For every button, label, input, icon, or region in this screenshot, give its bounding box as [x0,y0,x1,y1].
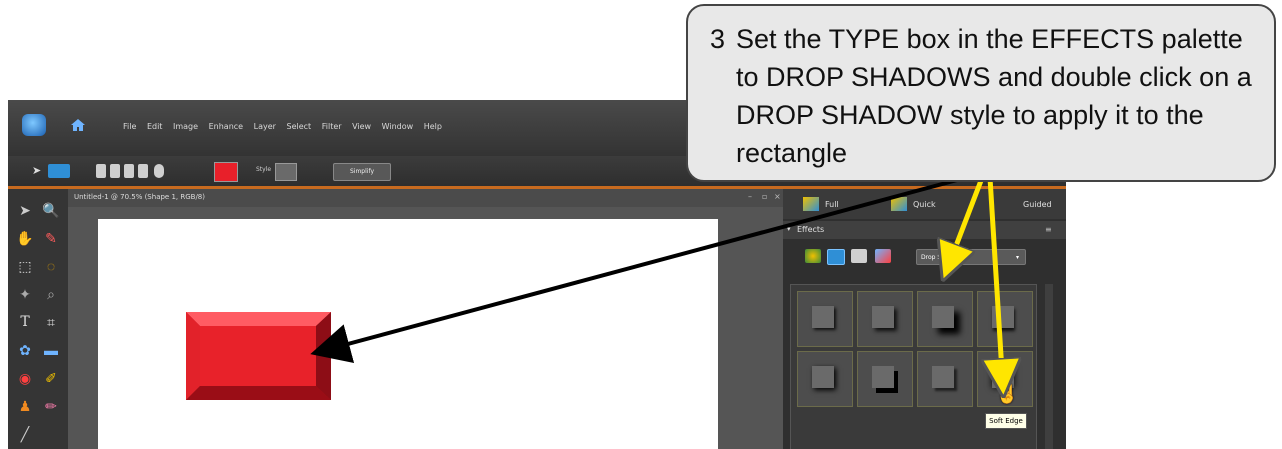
menu-enhance[interactable]: Enhance [209,122,244,131]
rectangle-shape-icon[interactable] [48,164,70,178]
red-rectangle-shape[interactable] [186,312,331,400]
tab-quick[interactable]: Quick [913,200,936,209]
drop-shadow-style-thumb[interactable] [917,291,973,347]
style-picker[interactable] [275,163,297,181]
menu-file[interactable]: File [123,122,136,131]
marquee-tool-icon[interactable]: ⬚ [14,255,36,277]
layer-styles-type-icon[interactable] [827,249,845,265]
shape-option-4-icon[interactable] [138,164,148,178]
instruction-text: Set the TYPE box in the EFFECTS palette … [736,24,1252,168]
panel-menu-icon[interactable]: ≡ [1045,225,1052,234]
panel-scrollbar[interactable] [1045,284,1053,449]
photo-effects-type-icon[interactable] [851,249,867,263]
all-effects-type-icon[interactable] [875,249,891,263]
drop-shadow-style-thumb[interactable] [917,351,973,407]
maximize-icon[interactable]: ▫ [762,192,767,201]
clone-stamp-tool-icon[interactable]: ♟ [14,395,36,417]
effects-panel: Full Quick Guided ▾ Effects ≡ Drop Shado… [783,189,1066,449]
shape-color-swatch[interactable] [214,162,238,182]
healing-brush-tool-icon[interactable]: ✐ [40,367,62,389]
mode-tabs: Full Quick Guided [783,189,1066,219]
document-title: Untitled-1 @ 70.5% (Shape 1, RGB/8) [74,193,205,201]
drop-shadow-style-thumb[interactable] [797,351,853,407]
hand-cursor-icon: ☝ [996,384,1019,404]
tools-panel: ➤ 🔍 ✋ ✎ ⬚ ◌ ✦ ⌕ T ⌗ ✿ ▬ ◉ ✐ ♟ ✏ ╱ [8,189,68,449]
lasso-tool-icon[interactable]: ◌ [40,255,62,277]
cookie-cutter-tool-icon[interactable]: ✿ [14,339,36,361]
filters-type-icon[interactable] [805,249,821,263]
tooltip: Soft Edge [985,413,1027,429]
document-canvas[interactable] [98,219,718,449]
menu-edit[interactable]: Edit [147,122,163,131]
shape-option-5-icon[interactable] [154,164,164,178]
full-edit-icon[interactable] [803,197,819,211]
tab-full[interactable]: Full [825,200,839,209]
home-icon[interactable] [70,118,86,132]
menu-help[interactable]: Help [424,122,442,131]
hand-tool-icon[interactable]: ✋ [14,227,36,249]
drop-shadow-style-thumb[interactable] [977,291,1033,347]
crop-tool-icon[interactable]: ⌗ [40,311,62,333]
menu-image[interactable]: Image [173,122,198,131]
shape-option-2-icon[interactable] [110,164,120,178]
menu-layer[interactable]: Layer [254,122,276,131]
quick-edit-icon[interactable] [891,197,907,211]
type-tool-icon[interactable]: T [14,311,36,333]
effects-title: Effects [797,225,825,234]
straighten-tool-icon[interactable]: ▬ [40,339,62,361]
effects-type-select[interactable]: Drop Shadows ▾ [916,249,1026,265]
simplify-button[interactable]: Simplify [333,163,391,181]
drop-shadow-style-thumb[interactable] [797,291,853,347]
quick-selection-tool-icon[interactable]: ⌕ [40,283,62,305]
effects-type-value: Drop Shadows [921,254,965,261]
tab-guided[interactable]: Guided [1023,200,1052,209]
instruction-callout: 3 Set the TYPE box in the EFFECTS palett… [686,4,1276,182]
collapse-triangle-icon[interactable]: ▾ [787,225,791,233]
eraser-tool-icon[interactable]: ✏ [40,395,62,417]
drop-shadow-style-thumb[interactable] [857,291,913,347]
canvas-area [68,207,783,449]
eyedropper-tool-icon[interactable]: ✎ [40,227,62,249]
step-number: 3 [710,24,726,54]
brush-tool-icon[interactable]: ╱ [14,423,36,445]
effects-type-row: Drop Shadows ▾ [783,241,1066,271]
app-logo-icon[interactable] [22,114,46,136]
zoom-tool-icon[interactable]: 🔍 [40,199,62,221]
move-tool-icon[interactable]: ➤ [14,199,36,221]
menu-window[interactable]: Window [382,122,414,131]
shape-option-3-icon[interactable] [124,164,134,178]
menu-select[interactable]: Select [287,122,312,131]
shape-option-1-icon[interactable] [96,164,106,178]
close-icon[interactable]: × [774,192,781,201]
move-tool-icon[interactable]: ➤ [32,164,42,178]
red-eye-tool-icon[interactable]: ◉ [14,367,36,389]
chevron-down-icon: ▾ [1015,254,1019,261]
document-tab[interactable]: Untitled-1 @ 70.5% (Shape 1, RGB/8) – ▫ … [68,189,783,207]
minimize-icon[interactable]: – [748,192,752,201]
menu-view[interactable]: View [352,122,371,131]
drop-shadow-style-thumb[interactable] [857,351,913,407]
menu-items: File Edit Image Enhance Layer Select Fil… [123,122,450,131]
effects-header[interactable]: ▾ Effects ≡ [783,221,1066,239]
menu-filter[interactable]: Filter [322,122,342,131]
style-label: Style [256,166,272,173]
magic-wand-tool-icon[interactable]: ✦ [14,283,36,305]
